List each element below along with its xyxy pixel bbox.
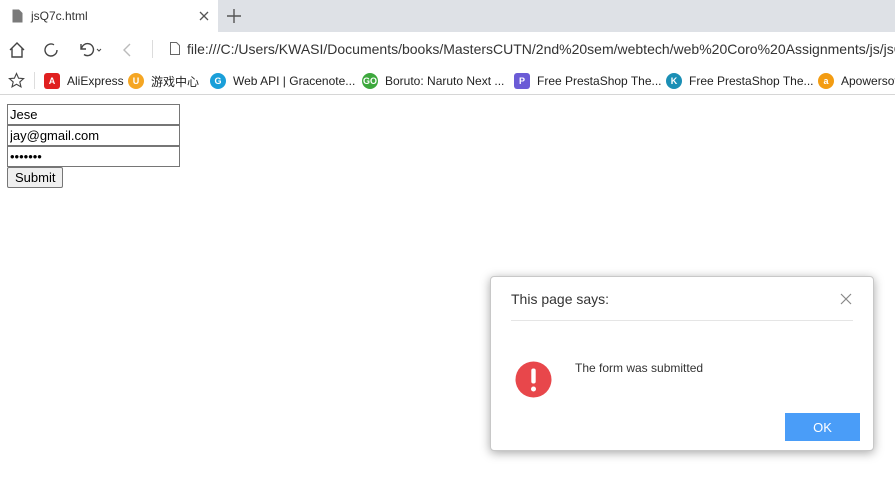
bookmark-label: Web API | Gracenote... — [233, 74, 356, 88]
tab-title: jsQ7c.html — [31, 9, 88, 23]
bookmark-label: Boruto: Naruto Next ... — [385, 74, 505, 88]
bookmark-prestashop-2[interactable]: K Free PrestaShop The... — [666, 72, 814, 90]
close-icon[interactable] — [197, 9, 211, 23]
game-center-icon: U — [128, 73, 144, 89]
bookmark-prestashop-1[interactable]: P Free PrestaShop The... — [514, 72, 662, 90]
bookmark-divider — [34, 72, 35, 89]
prestashop-purple-icon: P — [514, 73, 530, 89]
gracenote-icon: G — [210, 73, 226, 89]
email-field[interactable] — [7, 125, 180, 146]
bookmark-label: Free PrestaShop The... — [689, 74, 814, 88]
reload-icon[interactable] — [41, 40, 61, 60]
dialog-divider — [511, 320, 853, 321]
toolbar-separator — [152, 40, 153, 58]
password-field[interactable] — [7, 146, 180, 167]
name-field[interactable] — [7, 104, 180, 125]
ok-button[interactable]: OK — [785, 413, 860, 441]
tab-active[interactable]: jsQ7c.html — [0, 0, 218, 32]
bookmark-apowersoft[interactable]: a Apowersof — [818, 72, 895, 90]
address-bar[interactable]: file:///C:/Users/KWASI/Documents/books/M… — [187, 41, 895, 57]
apowersoft-icon: a — [818, 73, 834, 89]
bookmark-label: Apowersof — [841, 74, 895, 88]
close-icon[interactable] — [840, 293, 852, 305]
new-tab-icon[interactable] — [225, 7, 243, 25]
document-icon — [12, 9, 23, 23]
home-icon[interactable] — [7, 40, 27, 60]
alert-icon — [515, 361, 552, 398]
dialog-title: This page says: — [511, 291, 610, 307]
bookmark-boruto[interactable]: GO Boruto: Naruto Next ... — [362, 72, 504, 90]
bookmark-game-center[interactable]: U 游戏中心 — [128, 72, 199, 90]
undo-icon[interactable] — [76, 40, 104, 60]
toolbar: file:///C:/Users/KWASI/Documents/books/M… — [0, 32, 895, 66]
bookmarks-bar: A AliExpress U 游戏中心 G Web API | Gracenot… — [0, 66, 895, 95]
bookmark-aliexpress[interactable]: A AliExpress — [44, 72, 124, 90]
gogoanime-icon: GO — [362, 73, 378, 89]
file-icon — [170, 42, 180, 55]
alert-dialog: This page says: The form was submitted O… — [490, 276, 874, 451]
prestashop-teal-icon: K — [666, 73, 682, 89]
dialog-message: The form was submitted — [575, 361, 704, 375]
bookmark-gracenote[interactable]: G Web API | Gracenote... — [210, 72, 355, 90]
bookmark-label: 游戏中心 — [151, 74, 200, 89]
bookmark-label: Free PrestaShop The... — [537, 74, 662, 88]
aliexpress-icon: A — [44, 73, 60, 89]
star-icon[interactable] — [8, 72, 25, 89]
tab-strip: jsQ7c.html — [0, 0, 895, 32]
submit-button[interactable]: Submit — [7, 167, 64, 188]
back-icon[interactable] — [118, 40, 138, 60]
signup-form: Submit — [7, 104, 180, 188]
bookmark-label: AliExpress — [67, 74, 124, 88]
